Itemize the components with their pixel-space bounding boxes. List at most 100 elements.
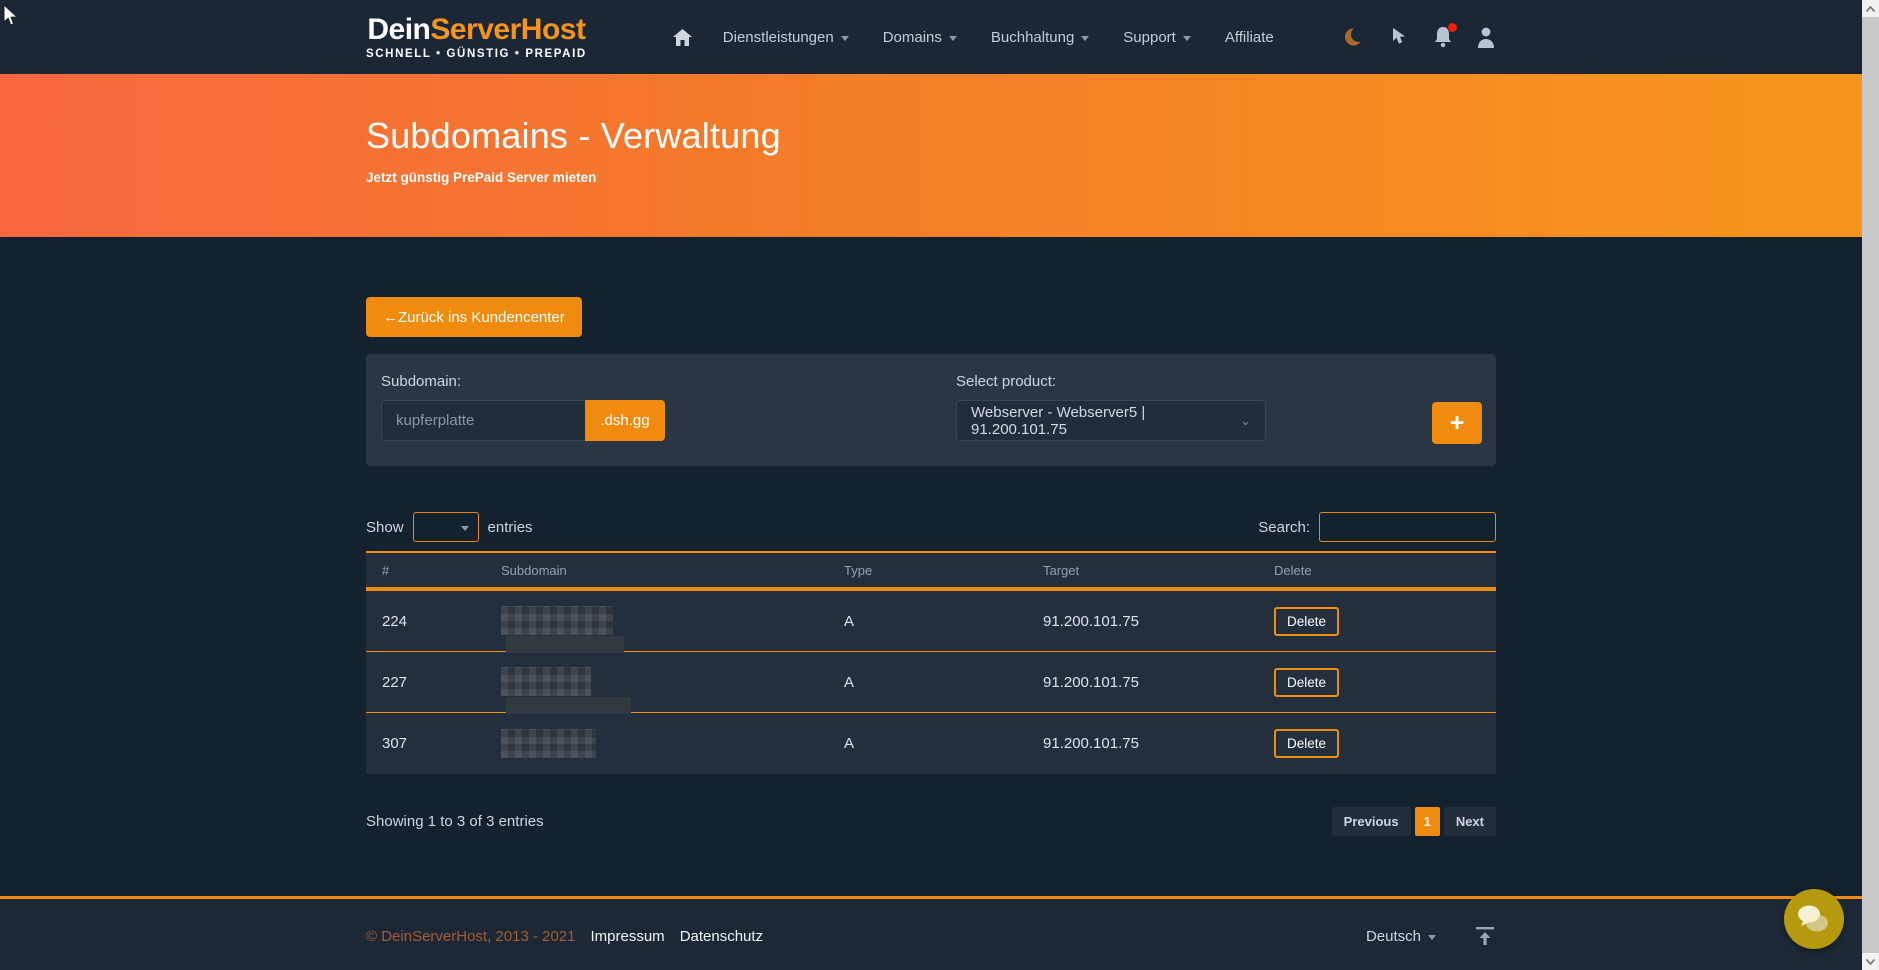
main-content: ←Zurück ins Kundencenter Subdomain: .dsh… [0, 237, 1862, 970]
subdomains-table: # Subdomain Type Target Delete 224A91.20… [366, 551, 1496, 774]
nav-item-support[interactable]: Support [1106, 21, 1208, 54]
subdomain-label: Subdomain: [381, 373, 1481, 390]
search-input[interactable] [1319, 512, 1496, 542]
top-navbar: DeinServerHost SCHNELL • GÜNSTIG • PREPA… [0, 0, 1862, 74]
home-icon [673, 29, 692, 46]
entries-per-page-select[interactable] [413, 512, 479, 542]
pagination-previous-button[interactable]: Previous [1332, 807, 1411, 836]
redaction-block [501, 667, 591, 696]
column-header-type[interactable]: Type [844, 563, 1043, 578]
row-target: 91.200.101.75 [1043, 674, 1274, 691]
browser-viewport: DeinServerHost SCHNELL • GÜNSTIG • PREPA… [0, 0, 1879, 970]
footer-link-impressum[interactable]: Impressum [591, 928, 665, 945]
scroll-to-top-icon[interactable] [1474, 925, 1496, 947]
row-id: 307 [382, 735, 501, 752]
logo-wordmark: DeinServerHost [367, 14, 585, 46]
page-footer: © DeinServerHost, 2013 - 2021 Impressum … [0, 896, 1862, 970]
row-subdomain-redacted [501, 591, 844, 651]
chat-bubbles-icon [1796, 903, 1832, 935]
table-row: 307 A91.200.101.75Delete [366, 713, 1496, 774]
pagination-page-1-button[interactable]: 1 [1415, 807, 1440, 836]
nav-item-dienstleistungen[interactable]: Dienstleistungen [706, 21, 866, 54]
notification-badge [1448, 23, 1457, 32]
subdomain-create-panel: Subdomain: .dsh.gg Select product: Webse… [366, 354, 1496, 466]
scrollbar-down-button[interactable] [1862, 953, 1879, 970]
table-header-row: # Subdomain Type Target Delete [366, 551, 1496, 591]
nav-item-label: Dienstleistungen [723, 29, 834, 46]
entries-summary: Showing 1 to 3 of 3 entries [366, 813, 544, 830]
pointer-hand-icon [1388, 26, 1410, 48]
chevron-down-icon [461, 526, 469, 531]
pointer-button[interactable] [1388, 26, 1410, 48]
domain-suffix-button[interactable]: .dsh.gg [585, 400, 665, 441]
notifications-button[interactable] [1433, 26, 1453, 48]
nav-item-buchhaltung[interactable]: Buchhaltung [974, 21, 1106, 54]
subdomain-input[interactable] [381, 400, 585, 441]
chevron-down-icon: ⌄ [1240, 413, 1251, 429]
redaction-block [501, 606, 613, 635]
live-chat-button[interactable] [1784, 889, 1844, 949]
redaction-block [501, 729, 596, 758]
nav-home-link[interactable] [659, 21, 706, 54]
table-footer: Showing 1 to 3 of 3 entries Previous 1 N… [366, 807, 1496, 836]
nav-item-affiliate[interactable]: Affiliate [1208, 21, 1291, 54]
nav-item-domains[interactable]: Domains [866, 21, 974, 54]
brand-logo[interactable]: DeinServerHost SCHNELL • GÜNSTIG • PREPA… [366, 14, 587, 60]
dark-mode-toggle[interactable] [1344, 26, 1365, 48]
nav-item-label: Affiliate [1225, 29, 1274, 46]
row-subdomain-redacted [501, 652, 844, 712]
product-selected-value: Webserver - Webserver5 | 91.200.101.75 [971, 404, 1240, 438]
row-target: 91.200.101.75 [1043, 735, 1274, 752]
scrollbar-thumb[interactable] [1862, 17, 1879, 953]
product-select[interactable]: Webserver - Webserver5 | 91.200.101.75 ⌄ [956, 400, 1266, 441]
scrollbar-up-button[interactable] [1862, 0, 1879, 17]
delete-button[interactable]: Delete [1274, 729, 1339, 758]
row-type: A [844, 613, 1043, 630]
chevron-up-icon [1866, 6, 1875, 12]
search-label: Search: [1258, 519, 1310, 536]
nav-icon-group [1344, 26, 1496, 48]
pagination: Previous 1 Next [1332, 807, 1496, 836]
column-header-id[interactable]: # [382, 563, 501, 578]
row-subdomain-redacted [501, 713, 844, 774]
chevron-down-icon [841, 36, 849, 41]
chevron-down-icon [1428, 935, 1436, 940]
row-target: 91.200.101.75 [1043, 613, 1274, 630]
row-type: A [844, 735, 1043, 752]
nav-item-label: Domains [883, 29, 942, 46]
row-id: 227 [382, 674, 501, 691]
add-subdomain-button[interactable]: + [1432, 402, 1482, 444]
nav-menu: Dienstleistungen Domains Buchhaltung Suppor… [659, 21, 1291, 54]
chevron-down-icon [1866, 959, 1875, 965]
table-body: 224A91.200.101.75Delete227A91.200.101.75… [366, 591, 1496, 774]
column-header-delete: Delete [1274, 563, 1496, 578]
table-row: 227 A91.200.101.75Delete [366, 652, 1496, 713]
row-id: 224 [382, 613, 501, 630]
row-type: A [844, 674, 1043, 691]
account-button[interactable] [1476, 26, 1496, 48]
redaction-block [506, 636, 624, 653]
redaction-block [506, 697, 631, 714]
delete-button[interactable]: Delete [1274, 607, 1339, 636]
language-select[interactable]: Deutsch [1366, 928, 1436, 945]
delete-button[interactable]: Delete [1274, 668, 1339, 697]
language-label: Deutsch [1366, 928, 1421, 945]
dark-mode-moon-icon [1344, 26, 1365, 48]
footer-link-datenschutz[interactable]: Datenschutz [680, 928, 763, 945]
page-title: Subdomains - Verwaltung [366, 115, 1496, 157]
nav-item-label: Support [1123, 29, 1176, 46]
chevron-down-icon [1183, 36, 1191, 41]
vertical-scrollbar[interactable] [1862, 0, 1879, 970]
chevron-down-icon [1081, 36, 1089, 41]
page-header-banner: Subdomains - Verwaltung Jetzt günstig Pr… [0, 74, 1862, 237]
column-header-subdomain[interactable]: Subdomain [501, 563, 844, 578]
column-header-target[interactable]: Target [1043, 563, 1274, 578]
page-subtitle: Jetzt günstig PrePaid Server mieten [366, 170, 1496, 185]
show-label: Show [366, 519, 404, 536]
table-row: 224 A91.200.101.75Delete [366, 591, 1496, 652]
logo-tagline: SCHNELL • GÜNSTIG • PREPAID [366, 48, 587, 60]
user-icon [1476, 26, 1496, 48]
chevron-down-icon [949, 36, 957, 41]
pagination-next-button[interactable]: Next [1444, 807, 1496, 836]
back-to-customer-center-button[interactable]: ←Zurück ins Kundencenter [366, 297, 582, 337]
